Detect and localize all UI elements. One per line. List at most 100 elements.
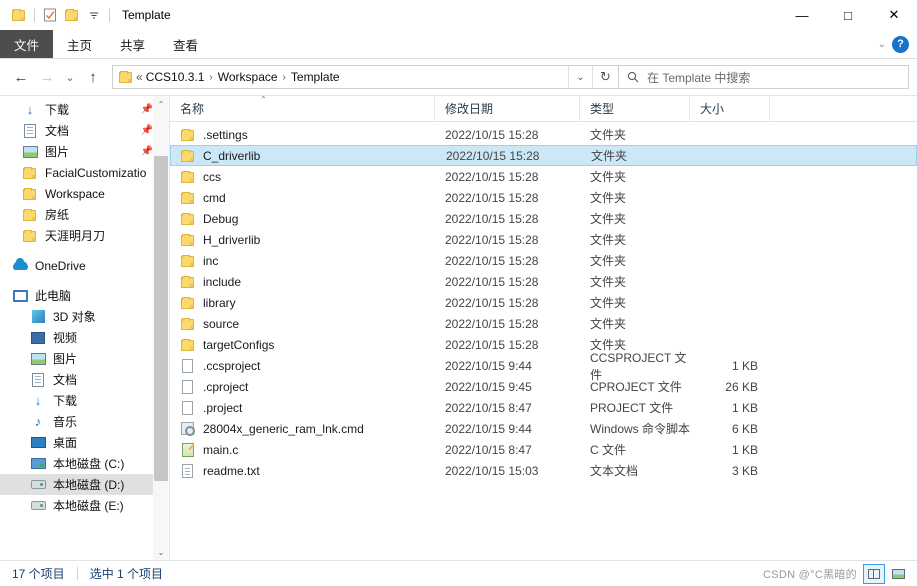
address-dropdown-icon[interactable]: ⌄ [568,66,592,88]
up-button[interactable]: ↑ [80,64,106,90]
sidebar-item-label: 天涯明月刀 [45,229,106,243]
sidebar-item-downloads[interactable]: ↓ 下载 📌 [0,99,169,120]
minimize-button[interactable]: — [779,0,825,30]
folder-icon [180,212,195,225]
folder-icon[interactable] [8,4,30,26]
tab-home[interactable]: 主页 [53,30,106,58]
tab-file[interactable]: 文件 [0,30,54,58]
properties-icon[interactable] [39,4,61,26]
table-row[interactable]: include 2022/10/15 15:28 文件夹 [170,271,917,292]
pin-icon[interactable]: 📌 [141,146,153,157]
table-row[interactable]: readme.txt 2022/10/15 15:03 文本文档 3 KB [170,460,917,481]
search-box[interactable]: 在 Template 中搜索 [619,65,909,89]
forward-button[interactable]: → [34,64,60,90]
divider [109,8,110,22]
table-row[interactable]: library 2022/10/15 15:28 文件夹 [170,292,917,313]
folder-icon [119,71,133,83]
file-date: 2022/10/15 9:44 [445,358,532,373]
breadcrumb-item-ccs[interactable]: CCS10.3.1 [146,70,205,84]
back-button[interactable]: ← [8,64,34,90]
sidebar-item-documents[interactable]: 文档 📌 [0,120,169,141]
document-icon [182,358,193,373]
sidebar-item-this-pc[interactable]: 此电脑 [0,285,169,306]
tab-view[interactable]: 查看 [159,30,212,58]
table-row[interactable]: inc 2022/10/15 15:28 文件夹 [170,250,917,271]
scroll-up-icon[interactable]: ⌃ [153,96,169,112]
column-header-date[interactable]: 修改日期 [435,96,580,122]
help-icon[interactable]: ? [892,35,909,53]
pin-icon[interactable]: 📌 [141,125,153,136]
breadcrumb-item-workspace[interactable]: Workspace [218,70,278,84]
column-header-size[interactable]: 大小 [690,96,770,122]
table-row[interactable]: source 2022/10/15 15:28 文件夹 [170,313,917,334]
recent-locations-button[interactable]: ⌄ [60,64,80,90]
sidebar-item-tianyamingyuedao[interactable]: 天涯明月刀 [0,225,169,246]
file-name: 28004x_generic_ram_lnk.cmd [203,421,364,436]
sidebar-item-pictures-pc[interactable]: 图片 [0,348,169,369]
table-row[interactable]: Debug 2022/10/15 15:28 文件夹 [170,208,917,229]
column-header-type[interactable]: 类型 [580,96,690,122]
cmd-script-icon [181,422,195,436]
sidebar-item-drive-e[interactable]: 本地磁盘 (E:) [0,495,169,516]
sidebar-scrollbar[interactable]: ⌃ ⌄ [153,96,169,560]
file-name-cell: 28004x_generic_ram_lnk.cmd [170,422,435,436]
sidebar-item-music[interactable]: ♪ 音乐 [0,411,169,432]
sidebar-item-drive-c[interactable]: 本地磁盘 (C:) [0,453,169,474]
view-mode-buttons [863,563,917,584]
file-name-cell: .ccsproject [170,358,435,373]
scrollbar-thumb[interactable] [154,156,168,481]
file-date: 2022/10/15 15:28 [445,190,539,205]
table-row[interactable]: .cproject 2022/10/15 9:45 CPROJECT 文件 26 KB [170,376,917,397]
refresh-icon[interactable]: ↻ [592,66,618,88]
sidebar-item-facialcustomization[interactable]: FacialCustomizatio [0,162,169,183]
maximize-button[interactable]: □ [825,0,871,30]
large-icons-view-icon[interactable] [887,564,909,584]
file-name: readme.txt [203,463,260,478]
file-date: 2022/10/15 15:03 [445,463,539,478]
sidebar-item-pictures[interactable]: 图片 📌 [0,141,169,162]
sidebar-item-3d-objects[interactable]: 3D 对象 [0,306,169,327]
column-header-name[interactable]: ⌃ 名称 [170,96,435,122]
table-row[interactable]: .ccsproject 2022/10/15 9:44 CCSPROJECT 文件 1… [170,351,917,382]
file-name: source [203,316,240,331]
table-row[interactable]: .project 2022/10/15 8:47 PROJECT 文件 1 KB [170,397,917,418]
3d-objects-icon [30,309,46,325]
sidebar-item-documents-pc[interactable]: 文档 [0,369,169,390]
sidebar-item-videos[interactable]: 视频 [0,327,169,348]
table-row[interactable]: .settings 2022/10/15 15:28 文件夹 [170,124,917,145]
breadcrumb-item-template[interactable]: Template [291,70,340,84]
address-bar[interactable]: « CCS10.3.1 › Workspace › Template ⌄ ↻ [112,65,619,89]
table-row[interactable]: C_driverlib 2022/10/15 15:28 文件夹 [170,145,917,166]
table-row[interactable]: 28004x_generic_ram_lnk.cmd 2022/10/15 9:4… [170,418,917,439]
breadcrumb[interactable]: « CCS10.3.1 › Workspace › Template [113,70,568,84]
file-name-cell: library [170,296,435,310]
table-row[interactable]: targetConfigs 2022/10/15 15:28 文件夹 [170,334,917,355]
table-row[interactable]: H_driverlib 2022/10/15 15:28 文件夹 [170,229,917,250]
quick-access-dropdown[interactable] [83,4,105,26]
sidebar-item-onedrive[interactable]: OneDrive [0,255,169,276]
table-row[interactable]: main.c 2022/10/15 8:47 C 文件 1 KB [170,439,917,460]
folder-icon [22,207,38,223]
search-input[interactable]: 在 Template 中搜索 [647,69,750,86]
close-button[interactable]: ✕ [871,0,917,30]
sidebar-item-desktop[interactable]: 桌面 [0,432,169,453]
chevron-down-icon[interactable]: ⌄ [878,39,886,50]
tab-share[interactable]: 共享 [106,30,159,58]
new-folder-icon[interactable] [61,4,83,26]
c-file-icon [181,442,194,457]
table-row[interactable]: cmd 2022/10/15 15:28 文件夹 [170,187,917,208]
sidebar-item-downloads-pc[interactable]: ↓ 下载 [0,390,169,411]
file-type: 文本文档 [590,464,639,478]
details-view-icon[interactable] [863,563,885,584]
watermark: CSDN @°C黑暗的 [762,569,857,581]
table-row[interactable]: ccs 2022/10/15 15:28 文件夹 [170,166,917,187]
pin-icon[interactable]: 📌 [141,104,153,115]
column-headers: ⌃ 名称 修改日期 类型 大小 [170,96,917,122]
sidebar-item-drive-d[interactable]: 本地磁盘 (D:) [0,474,169,495]
breadcrumb-prefix: « [136,70,143,84]
sidebar-item-workspace[interactable]: Workspace [0,183,169,204]
scroll-down-icon[interactable]: ⌄ [153,544,169,560]
sidebar-item-label: 本地磁盘 (E:) [53,499,124,513]
sidebar-item-fangzhi[interactable]: 房纸 [0,204,169,225]
window-controls: — □ ✕ [779,0,917,30]
